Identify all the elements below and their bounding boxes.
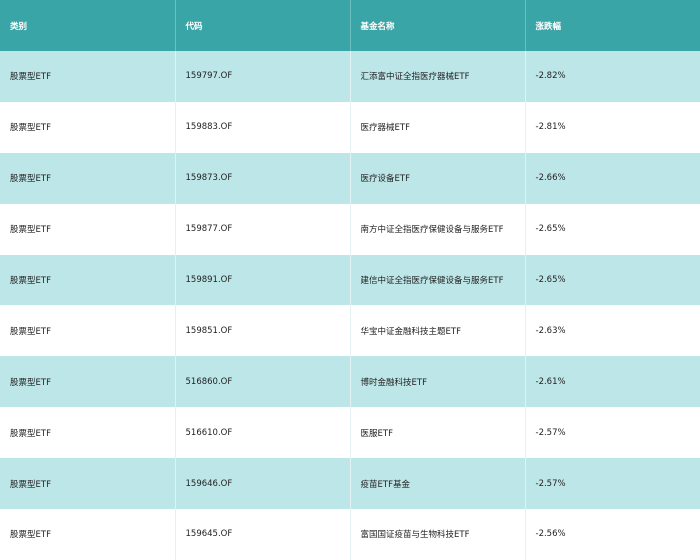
table-row[interactable]: 股票型ETF 516610.OF 医服ETF -2.57%	[0, 407, 700, 459]
table-row[interactable]: 股票型ETF 159797.OF 汇添富中证全指医疗器械ETF -2.82%	[0, 51, 700, 102]
table-row[interactable]: 股票型ETF 159891.OF 建信中证全指医疗保健设备与服务ETF -2.6…	[0, 254, 700, 306]
table-header: 类别 代码 基金名称 涨跌幅	[0, 0, 700, 51]
cell-category: 股票型ETF	[0, 509, 176, 560]
cell-fund-name: 汇添富中证全指医疗器械ETF	[350, 51, 526, 102]
header-row: 类别 代码 基金名称 涨跌幅	[0, 0, 700, 51]
cell-fund-name: 博时金融科技ETF	[350, 356, 526, 408]
cell-code: 159797.OF	[175, 51, 351, 102]
table-row[interactable]: 股票型ETF 159851.OF 华宝中证金融科技主题ETF -2.63%	[0, 305, 700, 357]
cell-code: 159891.OF	[175, 254, 351, 306]
cell-category: 股票型ETF	[0, 254, 176, 306]
cell-change: -2.82%	[535, 71, 566, 82]
cell-code: 159851.OF	[175, 305, 351, 357]
cell-category: 股票型ETF	[0, 203, 176, 255]
table-row[interactable]: 股票型ETF 159873.OF 医疗设备ETF -2.66%	[0, 152, 700, 204]
cell-change: -2.57%	[535, 427, 566, 438]
cell-change: -2.81%	[535, 122, 566, 133]
cell-fund-name: 医疗器械ETF	[350, 101, 526, 153]
table-body: 股票型ETF 159797.OF 汇添富中证全指医疗器械ETF -2.82% 股…	[0, 51, 700, 560]
cell-code: 516610.OF	[175, 407, 351, 459]
cell-category: 股票型ETF	[0, 51, 176, 102]
cell-change: -2.66%	[535, 173, 566, 184]
cell-change: -2.65%	[535, 275, 566, 285]
cell-category: 股票型ETF	[0, 101, 176, 153]
cell-change: -2.63%	[535, 325, 566, 336]
cell-code: 516860.OF	[175, 356, 351, 408]
table-row[interactable]: 股票型ETF 159877.OF 南方中证全指医疗保健设备与服务ETF -2.6…	[0, 203, 700, 255]
cell-fund-name: 疫苗ETF基金	[350, 458, 526, 510]
cell-fund-name: 南方中证全指医疗保健设备与服务ETF	[350, 203, 526, 255]
cell-fund-name: 建信中证全指医疗保健设备与服务ETF	[350, 254, 526, 306]
cell-change: -2.57%	[535, 478, 566, 489]
cell-category: 股票型ETF	[0, 356, 176, 408]
cell-code: 159645.OF	[175, 509, 351, 560]
cell-code: 159877.OF	[175, 203, 351, 255]
table-row[interactable]: 股票型ETF 159883.OF 医疗器械ETF -2.81%	[0, 101, 700, 153]
column-header-category[interactable]: 类别	[0, 0, 176, 51]
cell-code: 159646.OF	[175, 458, 351, 510]
fund-table: 类别 代码 基金名称 涨跌幅 股票型ETF 159797.OF 汇添富中证全指医…	[0, 0, 700, 560]
cell-code: 159883.OF	[175, 101, 351, 153]
table-row[interactable]: 股票型ETF 516860.OF 博时金融科技ETF -2.61%	[0, 356, 700, 408]
column-header-fund-name[interactable]: 基金名称	[350, 0, 526, 51]
cell-category: 股票型ETF	[0, 407, 176, 459]
table-row[interactable]: 股票型ETF 159645.OF 富国国证疫苗与生物科技ETF -2.56%	[0, 509, 700, 560]
cell-category: 股票型ETF	[0, 152, 176, 204]
cell-change: -2.61%	[535, 376, 566, 387]
cell-change: -2.65%	[535, 224, 566, 235]
cell-fund-name: 华宝中证金融科技主题ETF	[350, 305, 526, 357]
column-header-code[interactable]: 代码	[175, 0, 351, 51]
table-row[interactable]: 股票型ETF 159646.OF 疫苗ETF基金 -2.57%	[0, 458, 700, 510]
cell-category: 股票型ETF	[0, 305, 176, 357]
cell-change: -2.56%	[535, 529, 566, 540]
column-header-change[interactable]: 涨跌幅	[525, 0, 700, 51]
cell-fund-name: 医服ETF	[350, 407, 526, 459]
cell-category: 股票型ETF	[0, 458, 176, 510]
cell-code: 159873.OF	[175, 152, 351, 204]
cell-fund-name: 医疗设备ETF	[350, 152, 526, 204]
cell-fund-name: 富国国证疫苗与生物科技ETF	[350, 509, 526, 560]
